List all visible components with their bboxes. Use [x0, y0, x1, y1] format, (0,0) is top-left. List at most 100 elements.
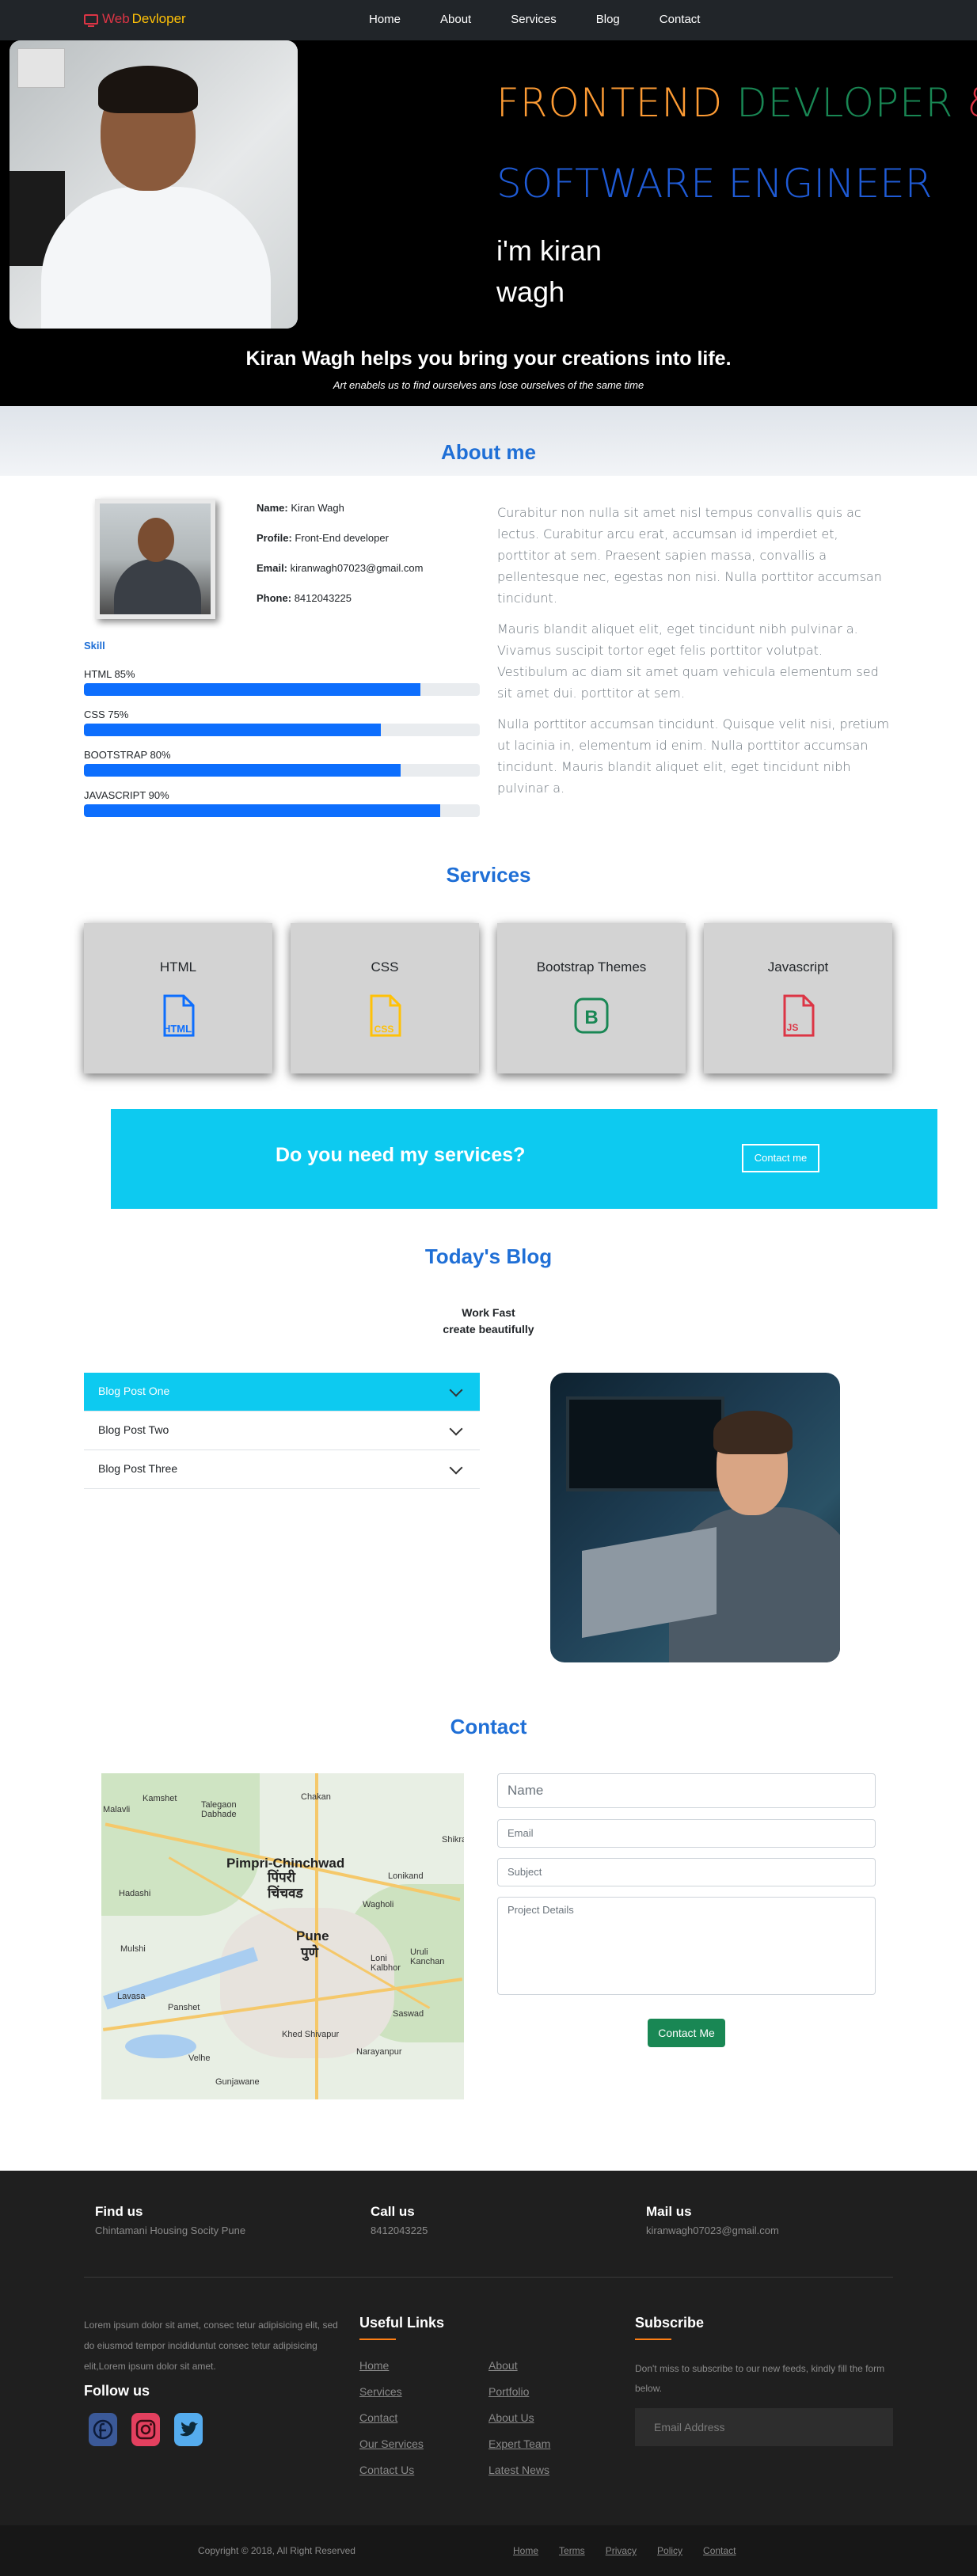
footer-call-us: Call us 8412043225 — [371, 2204, 428, 2236]
profile-photo — [10, 40, 298, 329]
twitter-icon[interactable] — [174, 2413, 203, 2446]
footer-link-our-services[interactable]: Our Services — [359, 2437, 424, 2450]
skill-heading: Skill — [84, 640, 105, 652]
footer-find-us: Find us Chintamani Housing Socity Pune — [95, 2204, 246, 2236]
svg-text:JS: JS — [787, 1022, 799, 1033]
accordion-item-blog-post-two[interactable]: Blog Post Two — [84, 1411, 480, 1450]
laptop-icon — [84, 13, 98, 27]
footer-bottom-bar: Copyright © 2018, All Right Reserved Hom… — [0, 2525, 977, 2576]
footer-link-services[interactable]: Services — [359, 2385, 402, 2398]
svg-text:HTML: HTML — [163, 1023, 192, 1035]
footer-mail-us: Mail us kiranwagh07023@gmail.com — [646, 2204, 779, 2236]
service-card-javascript[interactable]: Javascript JS — [704, 923, 892, 1073]
js-file-icon: JS — [783, 994, 815, 1037]
footer-link-about[interactable]: About — [488, 2359, 518, 2372]
subject-field[interactable]: Subject — [497, 1858, 876, 1886]
footer-link-contact-us[interactable]: Contact Us — [359, 2464, 414, 2476]
footer-divider — [84, 2277, 893, 2278]
progress-fill — [84, 683, 420, 696]
footer-about-text: Lorem ipsum dolor sit amet, consec tetur… — [84, 2320, 338, 2372]
progress-fill — [84, 804, 440, 817]
blog-title: Today's Blog — [424, 1244, 553, 1268]
about-title: About me — [441, 440, 536, 464]
bootstrap-icon: B — [574, 997, 609, 1034]
subscribe-text: Don't miss to subscribe to our new feeds… — [635, 2363, 885, 2394]
hero-section: FRONTEND DEVLOPER & SOFTWARE ENGINEER i'… — [0, 40, 977, 406]
svg-text:B: B — [584, 1007, 598, 1028]
top-navbar: Web Devloper Home About Services Blog Con… — [0, 0, 977, 40]
contact-submit-button[interactable]: Contact Me — [648, 2019, 725, 2047]
info-profile: Profile: Front-End developer — [257, 532, 389, 544]
hero-name: i'm kiran wagh — [496, 234, 602, 308]
brand-logo[interactable]: Web Devloper — [84, 11, 186, 27]
footer-link-contact[interactable]: Contact — [359, 2411, 397, 2424]
bottom-link-contact[interactable]: Contact — [703, 2545, 736, 2556]
info-email: Email: kiranwagh07023@gmail.com — [257, 562, 424, 574]
nav-link-services[interactable]: Services — [511, 13, 557, 26]
project-details-textarea[interactable]: Project Details — [497, 1897, 876, 1995]
info-phone: Phone: 8412043225 — [257, 592, 352, 604]
follow-us-heading: Follow us — [84, 2383, 150, 2399]
bottom-link-terms[interactable]: Terms — [559, 2545, 585, 2556]
hero-title-line2: SOFTWARE ENGINEER — [496, 161, 933, 207]
blog-subtitle: Work Fast create beautifully — [443, 1306, 534, 1335]
skill-javascript: JAVASCRIPT 90% — [84, 789, 480, 817]
nav-link-blog[interactable]: Blog — [596, 13, 620, 26]
blog-accordion: Blog Post One Blog Post Two Blog Post Th… — [84, 1373, 480, 1489]
useful-links-heading: Useful Links — [359, 2315, 445, 2331]
progress-fill — [84, 724, 381, 736]
useful-links-underline — [359, 2339, 396, 2340]
subscribe-email-input[interactable]: Email Address — [635, 2408, 893, 2446]
contact-me-button[interactable]: Contact me — [742, 1144, 819, 1172]
name-field[interactable]: Name — [497, 1773, 876, 1808]
facebook-icon[interactable] — [89, 2413, 117, 2446]
accordion-item-blog-post-one[interactable]: Blog Post One — [84, 1373, 480, 1411]
footer-link-latest-news[interactable]: Latest News — [488, 2464, 549, 2476]
html-file-icon: HTML — [163, 994, 195, 1037]
bottom-link-privacy[interactable]: Privacy — [606, 2545, 637, 2556]
location-map[interactable]: Kamshet Talegaon Dabhade Chakan Malavli … — [101, 1773, 464, 2099]
nav-links: Home About Services Blog Contact — [369, 13, 739, 26]
about-photo — [95, 499, 215, 619]
cta-banner: Do you need my services? Contact me — [111, 1109, 937, 1209]
bottom-link-home[interactable]: Home — [513, 2545, 538, 2556]
bottom-link-policy[interactable]: Policy — [657, 2545, 682, 2556]
service-card-html[interactable]: HTML HTML — [84, 923, 272, 1073]
service-card-css[interactable]: CSS CSS — [291, 923, 479, 1073]
footer-link-expert-team[interactable]: Expert Team — [488, 2437, 550, 2450]
service-card-bootstrap[interactable]: Bootstrap Themes B — [497, 923, 686, 1073]
subscribe-underline — [635, 2339, 671, 2340]
progress-fill — [84, 764, 401, 777]
copyright-text: Copyright © 2018, All Right Reserved — [198, 2545, 355, 2556]
cta-question: Do you need my services? — [276, 1144, 526, 1166]
accordion-item-blog-post-three[interactable]: Blog Post Three — [84, 1450, 480, 1489]
contact-title: Contact — [450, 1715, 527, 1738]
email-field[interactable]: Email — [497, 1819, 876, 1848]
nav-link-home[interactable]: Home — [369, 13, 401, 26]
subscribe-heading: Subscribe — [635, 2315, 705, 2331]
hero-subtagline: Art enabels us to find ourselves ans los… — [333, 379, 644, 391]
brand-text-yellow: Devloper — [131, 11, 186, 26]
about-info: Name: Kiran Wagh Profile: Front-End deve… — [257, 502, 423, 622]
css-file-icon: CSS — [370, 994, 401, 1037]
nav-link-contact[interactable]: Contact — [660, 13, 701, 26]
footer-link-portfolio[interactable]: Portfolio — [488, 2385, 529, 2398]
blog-image — [550, 1373, 840, 1662]
svg-text:CSS: CSS — [374, 1024, 394, 1035]
instagram-icon[interactable] — [131, 2413, 160, 2446]
about-text: Curabitur non nulla sit amet nisl tempus… — [497, 505, 890, 796]
chevron-down-icon — [449, 1422, 463, 1436]
hero-title-line1: FRONTEND DEVLOPER & — [496, 80, 977, 126]
nav-link-about[interactable]: About — [440, 13, 471, 26]
footer-link-about-us[interactable]: About Us — [488, 2411, 534, 2424]
skill-html: HTML 85% — [84, 668, 480, 696]
chevron-down-icon — [449, 1461, 463, 1475]
services-title: Services — [446, 863, 531, 887]
footer-link-home[interactable]: Home — [359, 2359, 389, 2372]
hero-tagline: Kiran Wagh helps you bring your creation… — [245, 348, 732, 370]
chevron-down-icon — [449, 1383, 463, 1397]
info-name: Name: Kiran Wagh — [257, 502, 344, 514]
bottom-links: Home Terms Privacy Policy Contact — [513, 2545, 756, 2556]
brand-text-red: Web — [102, 11, 130, 26]
skill-bootstrap: BOOTSTRAP 80% — [84, 749, 480, 777]
